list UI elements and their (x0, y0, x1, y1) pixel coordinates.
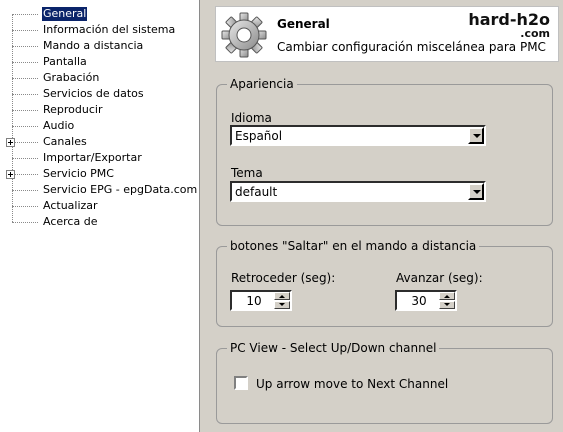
tree-item[interactable]: Información del sistema (0, 22, 198, 38)
tree-item[interactable]: Servicio PMC (0, 166, 198, 182)
skip-back-decrement[interactable] (274, 301, 290, 309)
tree-branch-line (12, 62, 38, 63)
section-header: General Cambiar configuración miscelánea… (215, 6, 559, 62)
skip-back-label: Retroceder (seg): (231, 271, 336, 285)
skip-forward-label: Avanzar (seg): (396, 271, 483, 285)
next-channel-checkbox-label[interactable]: Up arrow move to Next Channel (256, 377, 448, 391)
tree-item-label: Mando a distancia (43, 39, 144, 52)
skip-back-increment[interactable] (274, 292, 290, 300)
settings-panel: General Cambiar configuración miscelánea… (201, 0, 563, 432)
tree-item[interactable]: Mando a distancia (0, 38, 198, 54)
tree-item-label: Información del sistema (43, 23, 176, 36)
tree-item-label: Actualizar (43, 199, 98, 212)
tree-item-label: Importar/Exportar (43, 151, 142, 164)
tree-branch-line (12, 174, 38, 175)
section-title: General (277, 17, 330, 31)
tree-item[interactable]: Acerca de (0, 214, 198, 230)
tree-branch-line (12, 222, 38, 223)
tree-branch-line (12, 142, 38, 143)
language-value: Español (235, 129, 283, 143)
tree-branch-line (12, 30, 38, 31)
tree-item[interactable]: Servicios de datos (0, 86, 198, 102)
language-select[interactable]: Español (230, 125, 486, 146)
language-dropdown-button[interactable] (468, 127, 484, 144)
skip-buttons-group: botones "Saltar" en el mando a distancia… (216, 239, 553, 327)
appearance-legend: Apariencia (227, 77, 297, 91)
skip-back-value: 10 (246, 294, 262, 308)
pcview-group: PC View - Select Up/Down channel Up arro… (216, 341, 553, 424)
expand-plus-icon[interactable] (6, 138, 15, 147)
tree-item-label: Canales (43, 135, 87, 148)
skip-legend: botones "Saltar" en el mando a distancia (227, 239, 480, 253)
tree-item[interactable]: Actualizar (0, 198, 198, 214)
brand-logo-suffix: .com (520, 27, 550, 40)
settings-tree[interactable]: General Información del sistema Mando a di… (0, 0, 200, 432)
tree-item-label: Pantalla (43, 55, 87, 68)
skip-forward-stepper[interactable]: 30 (395, 290, 457, 311)
tree-item-label: Servicios de datos (43, 87, 144, 100)
tree-item[interactable]: Pantalla (0, 54, 198, 70)
tree-branch-line (12, 110, 38, 111)
tree-item[interactable]: Servicio EPG - epgData.com (0, 182, 198, 198)
section-subtitle: Cambiar configuración miscelánea para PM… (277, 40, 546, 54)
theme-value: default (235, 185, 278, 199)
tree-item[interactable]: General (0, 6, 198, 22)
tree-item[interactable]: Audio (0, 118, 198, 134)
language-label: Idioma (231, 111, 272, 125)
theme-select[interactable]: default (230, 181, 486, 202)
theme-dropdown-button[interactable] (468, 183, 484, 200)
tree-item-label: Grabación (43, 71, 100, 84)
theme-label: Tema (231, 166, 263, 180)
pcview-legend: PC View - Select Up/Down channel (227, 341, 440, 355)
tree-item[interactable]: Importar/Exportar (0, 150, 198, 166)
tree-branch-line (12, 126, 38, 127)
tree-branch-line (12, 94, 38, 95)
tree-item-label: General (42, 7, 88, 21)
tree-branch-line (12, 206, 38, 207)
tree-item[interactable]: Reproducir (0, 102, 198, 118)
skip-forward-increment[interactable] (439, 292, 455, 300)
tree-item-label: Servicio PMC (43, 167, 114, 180)
tree-item[interactable]: Grabación (0, 70, 198, 86)
tree-branch-line (12, 190, 38, 191)
expand-plus-icon[interactable] (6, 170, 15, 179)
skip-back-stepper[interactable]: 10 (230, 290, 292, 311)
gear-icon (221, 12, 267, 58)
appearance-group: Apariencia Idioma Español Tema default (216, 77, 553, 226)
next-channel-checkbox[interactable] (234, 376, 248, 390)
tree-branch-line (12, 14, 38, 15)
skip-forward-value: 30 (411, 294, 427, 308)
tree-item-label: Audio (43, 119, 75, 132)
tree-item-label: Servicio EPG - epgData.com (43, 183, 198, 196)
tree-branch-line (12, 46, 38, 47)
tree-branch-line (12, 158, 38, 159)
tree-item[interactable]: Canales (0, 134, 198, 150)
tree-item-label: Reproducir (43, 103, 103, 116)
skip-forward-decrement[interactable] (439, 301, 455, 309)
tree-branch-line (12, 78, 38, 79)
tree-item-label: Acerca de (43, 215, 98, 228)
